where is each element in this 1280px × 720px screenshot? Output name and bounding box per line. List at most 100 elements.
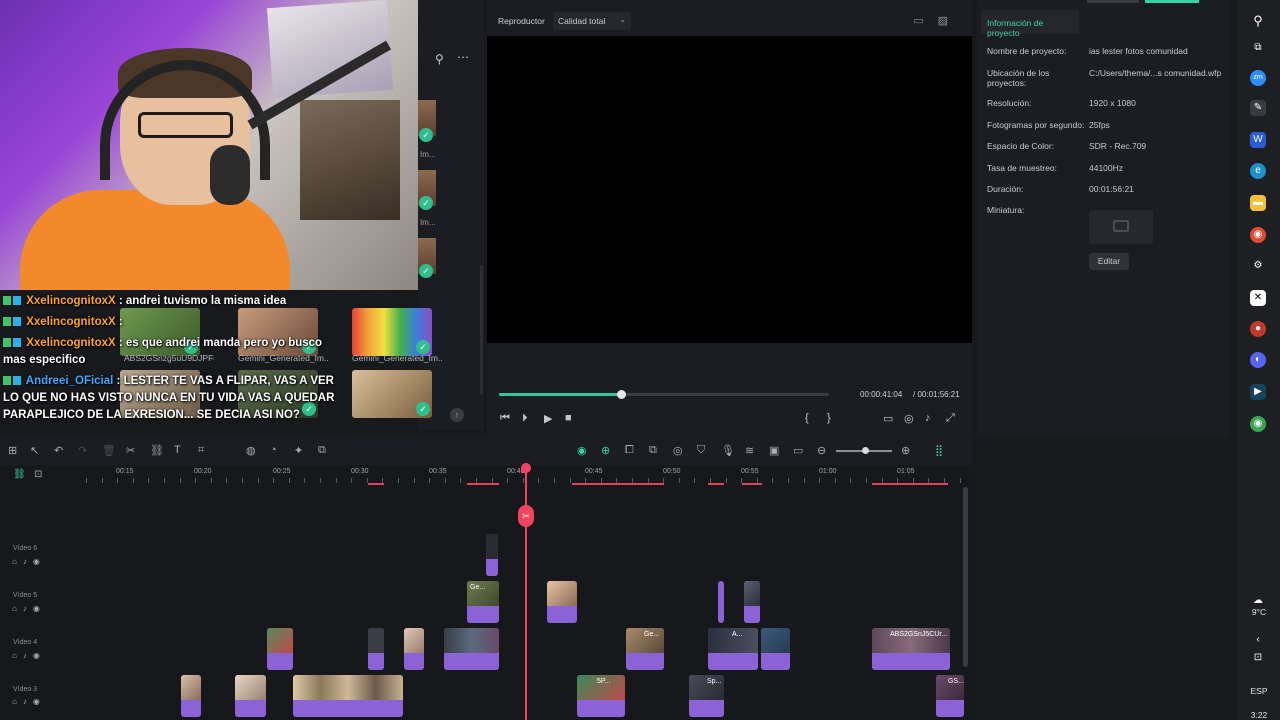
preview-screen[interactable]: [487, 36, 972, 343]
shield-icon[interactable]: ⛉: [697, 444, 705, 457]
more-tools-icon[interactable]: ⧉: [318, 444, 326, 457]
timeline-clip[interactable]: [235, 675, 266, 717]
layout-icon[interactable]: ⣿: [935, 444, 943, 457]
timeline-clip[interactable]: Ge...: [626, 628, 664, 670]
scrubber-handle[interactable]: [617, 390, 627, 399]
zoom-handle[interactable]: [862, 447, 869, 454]
filter-icon[interactable]: ⚲: [435, 52, 444, 66]
scissors-icon[interactable]: ✂: [518, 505, 534, 527]
timeline-clip[interactable]: [486, 534, 498, 576]
fullscreen-icon[interactable]: ⤢: [946, 412, 955, 425]
settings-icon[interactable]: ⚙: [1250, 258, 1266, 274]
timeline-clip[interactable]: ABS2GSnJ5CUr...: [872, 628, 950, 670]
text-icon[interactable]: T: [174, 444, 181, 456]
grid-icon[interactable]: ⊞: [8, 444, 17, 457]
task-view-icon[interactable]: ⧉: [1250, 40, 1266, 56]
track-controls[interactable]: ⌂♪◉: [12, 651, 46, 660]
track-controls[interactable]: ⌂♪◉: [12, 604, 46, 613]
timeline-clip[interactable]: [293, 675, 403, 717]
select-tool-icon[interactable]: ↖: [30, 444, 39, 457]
timeline-clip[interactable]: Ge...: [467, 581, 499, 623]
thumbnail-preview[interactable]: [1089, 210, 1153, 244]
export-button[interactable]: [1145, 0, 1199, 3]
play-icon[interactable]: ▶: [544, 412, 552, 425]
network-icon[interactable]: ⊡: [1250, 650, 1266, 666]
display-icon[interactable]: ▭: [883, 412, 893, 425]
media-thumb[interactable]: ✓: [352, 370, 432, 418]
timeline-clip[interactable]: Sp...: [689, 675, 724, 717]
snap-icon[interactable]: ⊕: [601, 444, 610, 457]
timeline-clip[interactable]: [267, 628, 293, 670]
speed-icon[interactable]: ◔: [270, 444, 277, 456]
timeline-clip[interactable]: [718, 581, 724, 623]
mic-icon[interactable]: 🎙: [721, 444, 735, 457]
quality-select[interactable]: Calidad total ⌄: [553, 12, 631, 30]
view-mode-icons[interactable]: ▭▨: [913, 14, 962, 27]
capcut-icon[interactable]: ✕: [1250, 290, 1266, 306]
play-frame-icon[interactable]: ⏵: [522, 412, 528, 425]
obs-icon[interactable]: ●: [1250, 321, 1266, 337]
timeline-clip[interactable]: A...: [708, 628, 758, 670]
edge-icon[interactable]: e: [1250, 163, 1266, 179]
keyframe-icon[interactable]: ⧉: [649, 444, 657, 457]
chrome-icon[interactable]: ◉: [1250, 227, 1266, 243]
timeline-clip[interactable]: [404, 628, 424, 670]
clock[interactable]: 3:22: [1238, 710, 1280, 720]
top-button[interactable]: [1087, 0, 1139, 3]
scroll-top-button[interactable]: ↑: [450, 408, 464, 422]
step-back-icon[interactable]: ⏮: [500, 412, 510, 425]
zoom-in-icon[interactable]: ⊕: [901, 444, 910, 457]
color-icon[interactable]: ◍: [246, 444, 256, 457]
timeline-clip[interactable]: [444, 628, 499, 670]
pip-icon[interactable]: ▭: [793, 444, 803, 457]
marker-icon[interactable]: ⧠: [625, 444, 634, 457]
add-track-icon[interactable]: ⊡: [34, 469, 42, 480]
chevron-left-icon[interactable]: ‹: [1250, 632, 1266, 648]
split-icon[interactable]: ✂: [126, 444, 135, 457]
timeline-clip[interactable]: [761, 628, 790, 670]
render-icon[interactable]: ◉: [577, 444, 587, 457]
link-icon[interactable]: ⛓: [150, 444, 164, 457]
redo-icon[interactable]: ↷: [78, 444, 87, 457]
app-icon[interactable]: ✎: [1250, 100, 1266, 116]
undo-icon[interactable]: ↶: [54, 444, 63, 457]
timeline-clip[interactable]: [547, 581, 577, 623]
more-options-icon[interactable]: ⋯: [457, 50, 469, 64]
chroma-icon[interactable]: ▣: [769, 444, 779, 457]
timeline-clip[interactable]: [181, 675, 201, 717]
file-explorer-icon[interactable]: ▬: [1250, 195, 1266, 211]
ai-icon[interactable]: ✦: [294, 444, 303, 457]
snapshot-icon[interactable]: ◎: [904, 412, 914, 425]
media-thumb[interactable]: ✓: [352, 308, 432, 356]
crop-icon[interactable]: ⌗: [198, 444, 204, 457]
link-tracks-icon[interactable]: ⛓: [13, 469, 26, 480]
word-icon[interactable]: W: [1250, 132, 1266, 148]
timeline-clip[interactable]: GS...: [936, 675, 964, 717]
track-controls[interactable]: ⌂♪◉: [12, 697, 46, 706]
search-icon[interactable]: ⚲: [1250, 13, 1266, 29]
playback-scrubber[interactable]: [499, 390, 829, 399]
track-name: Vídeo 6: [13, 545, 38, 552]
chrome-profile-icon[interactable]: ◉: [1250, 416, 1266, 432]
mark-out-icon[interactable]: }: [827, 412, 831, 424]
playhead-handle[interactable]: [521, 463, 531, 473]
motion-icon[interactable]: ◎: [673, 444, 683, 457]
zoom-icon[interactable]: zm: [1250, 70, 1266, 86]
panel-scrollbar[interactable]: [480, 265, 483, 395]
volume-icon[interactable]: ♪: [925, 412, 931, 424]
delete-icon[interactable]: 🗑: [102, 444, 116, 457]
timeline-scrollbar[interactable]: [963, 487, 968, 667]
language-indicator[interactable]: ESP: [1238, 686, 1280, 696]
track-controls[interactable]: ⌂♪◉: [12, 557, 46, 566]
stop-icon[interactable]: ■: [565, 412, 572, 424]
mark-in-icon[interactable]: {: [805, 412, 809, 424]
filmora-icon[interactable]: ▶: [1250, 384, 1266, 400]
timeline-clip[interactable]: [368, 628, 384, 670]
tab-project-info[interactable]: Información de proyecto: [981, 10, 1079, 38]
timeline-clip[interactable]: [744, 581, 760, 623]
discord-icon[interactable]: ◐: [1250, 352, 1266, 368]
audio-icon[interactable]: ≋: [745, 444, 754, 457]
edit-thumbnail-button[interactable]: Editar: [1089, 253, 1129, 270]
zoom-out-icon[interactable]: ⊖: [817, 444, 826, 457]
timeline-clip[interactable]: 5P...: [577, 675, 625, 717]
